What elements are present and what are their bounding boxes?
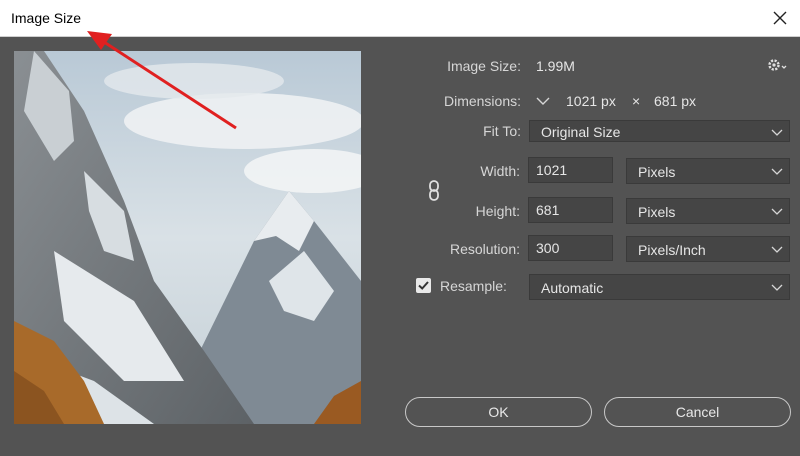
dimensions-label: Dimensions:: [443, 93, 521, 109]
gear-button[interactable]: [766, 56, 790, 74]
height-input[interactable]: 681: [528, 197, 613, 223]
fit-to-value: Original Size: [541, 124, 621, 140]
dimensions-separator: ×: [632, 93, 641, 109]
dimensions-height: 681 px: [654, 93, 697, 109]
chevron-down-icon: [771, 208, 783, 215]
resolution-input[interactable]: 300: [528, 235, 613, 261]
title-bar: Image Size: [0, 0, 800, 37]
fit-to-label: Fit To:: [483, 123, 521, 139]
image-preview: [14, 51, 361, 424]
height-unit-value: Pixels: [638, 204, 676, 220]
chevron-down-icon: [771, 284, 783, 291]
width-unit-select[interactable]: Pixels: [626, 158, 790, 184]
chevron-down-icon: [771, 168, 783, 175]
image-size-label: Image Size:: [447, 58, 521, 74]
cancel-button[interactable]: Cancel: [604, 397, 791, 427]
resolution-label: Resolution:: [449, 241, 520, 257]
ok-button[interactable]: OK: [405, 397, 592, 427]
chevron-down-icon: [536, 97, 550, 105]
width-label: Width:: [480, 163, 520, 179]
chevron-down-icon: [771, 246, 783, 253]
close-icon: [773, 11, 787, 25]
gear-icon: [768, 59, 787, 71]
width-unit-value: Pixels: [638, 164, 676, 180]
width-input[interactable]: 1021: [528, 157, 613, 183]
close-button[interactable]: [766, 4, 794, 32]
height-unit-select[interactable]: Pixels: [626, 198, 790, 224]
mountain-preview-image: [14, 51, 361, 424]
resolution-unit-select[interactable]: Pixels/Inch: [626, 236, 790, 262]
image-size-dialog: Image Size Image Size: 1.99M Dimensions:…: [0, 0, 800, 456]
checkmark-icon: [418, 281, 429, 290]
resolution-unit-value: Pixels/Inch: [638, 242, 706, 258]
height-label: Height:: [475, 203, 520, 219]
resample-label: Resample:: [440, 278, 507, 294]
window-title: Image Size: [11, 10, 82, 26]
constrain-proportions-link[interactable]: [427, 180, 441, 202]
image-size-value: 1.99M: [536, 58, 575, 74]
fit-to-select[interactable]: Original Size: [529, 120, 790, 142]
resample-value: Automatic: [541, 280, 604, 296]
dimensions-dropdown[interactable]: [535, 93, 551, 109]
dimensions-width: 1021 px: [566, 93, 616, 109]
link-icon: [429, 180, 439, 201]
resample-select[interactable]: Automatic: [529, 274, 790, 300]
chevron-down-icon: [771, 129, 783, 136]
resample-checkbox[interactable]: [416, 278, 431, 293]
